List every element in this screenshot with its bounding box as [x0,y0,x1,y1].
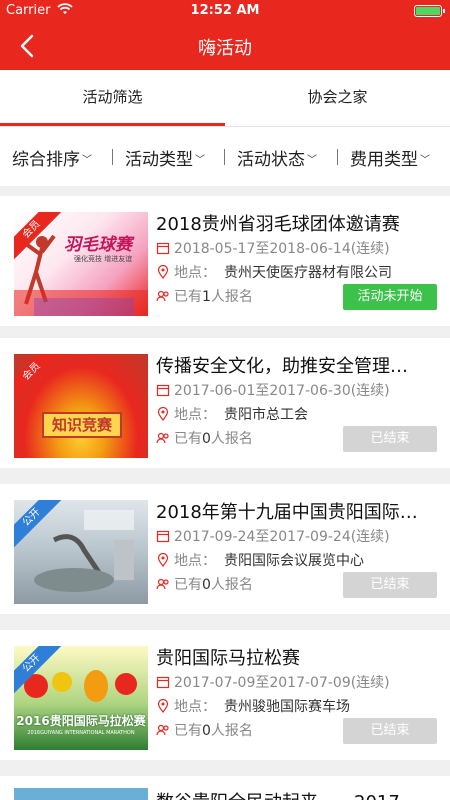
activity-thumbnail: 羽毛球赛 强化竞技 增进友谊 会员 [14,212,148,316]
status-bar: Carrier 12:52 AM [0,0,450,22]
activity-location: 贵阳市总工会 [224,407,308,423]
location-label: 地点： [174,699,216,715]
signup-count: 1 [202,289,211,305]
signup-count: 0 [202,431,211,447]
activity-thumbnail: 2016贵阳国际马拉松赛 2016GUIYANG INTERNATIONAL M… [14,646,148,750]
activity-location-row: 地点： 贵阳市总工会 [156,404,308,424]
activity-title: 2018贵州省羽毛球团体邀请赛 [156,214,400,235]
tab-association-home[interactable]: 协会之家 [225,70,450,126]
activity-card[interactable]: 2016贵阳国际马拉松赛 2016GUIYANG INTERNATIONAL M… [0,630,450,760]
people-icon [156,578,169,590]
filter-activity-type[interactable]: 活动类型 ﹀ [125,145,205,170]
location-label: 地点： [174,407,216,423]
battery-icon [414,5,445,17]
tab-bar: 活动筛选 协会之家 [0,70,450,126]
chevron-down-icon: ﹀ [82,155,92,166]
status-button[interactable]: 已结束 [343,426,437,452]
chevron-down-icon: ﹀ [307,155,317,166]
people-icon [156,432,169,444]
tab-label: 活动筛选 [82,88,143,106]
filter-label: 活动类型 [125,150,193,170]
activity-thumbnail: 公开 [14,500,148,604]
clock: 12:52 AM [190,3,260,18]
filter-activity-status[interactable]: 活动状态 ﹀ [237,145,317,170]
activity-card[interactable]: 数谷贵阳全民动起来——2017… [0,776,450,800]
location-pin-icon [157,265,169,279]
signup-prefix: 已有 [174,289,202,305]
divider [224,149,225,165]
signup-suffix: 人报名 [210,577,253,593]
activity-title: 传播安全文化，助推安全管理… [156,356,408,377]
people-icon [156,290,169,302]
location-label: 地点： [174,553,216,569]
divider [112,149,113,165]
activity-date-row: 2017-06-01至2017-06-30(连续) [156,380,390,400]
activity-date: 2017-07-09至2017-07-09(连续) [174,675,390,691]
activity-title: 贵阳国际马拉松赛 [156,648,300,669]
activity-date-row: 2017-09-24至2017-09-24(连续) [156,526,390,546]
activity-signup-row: 已有0人报名 [156,720,253,740]
activity-date-row: 2017-07-09至2017-07-09(连续) [156,672,390,692]
calendar-icon [156,242,170,255]
nav-bar: 嗨活动 [0,22,450,70]
location-label: 地点： [174,265,216,281]
thumbnail-caption: 知识竞赛 [42,412,122,438]
signup-count: 0 [202,577,211,593]
signup-suffix: 人报名 [210,431,253,447]
activity-location: 贵州骏驰国际赛车场 [224,699,350,715]
filter-label: 综合排序 [12,150,80,170]
activity-location: 贵阳国际会议展览中心 [224,553,364,569]
status-button[interactable]: 已结束 [343,718,437,744]
calendar-icon [156,530,170,543]
signup-suffix: 人报名 [210,723,253,739]
filter-sort[interactable]: 综合排序 ﹀ [12,145,92,170]
activity-date-row: 2018-05-17至2018-06-14(连续) [156,238,390,258]
location-pin-icon [157,407,169,421]
divider [337,149,338,165]
status-button[interactable]: 已结束 [343,572,437,598]
activity-thumbnail: 知识竞赛 会员 [14,354,148,458]
thumbnail-caption: 2016贵阳国际马拉松赛 [16,714,146,728]
location-pin-icon [157,553,169,567]
thumbnail-subcaption: 强化竞技 增进友谊 [74,255,133,263]
status-button[interactable]: 活动未开始 [343,284,437,310]
chevron-down-icon: ﹀ [195,155,205,166]
activity-title: 2018年第十九届中国贵阳国际… [156,502,418,523]
activity-card[interactable]: 公开 2018年第十九届中国贵阳国际… 2017-09-24至2017-09-2… [0,484,450,614]
activity-location: 贵州天使医疗器材有限公司 [224,265,392,281]
chevron-down-icon: ﹀ [420,155,430,166]
filter-bar: 综合排序 ﹀ 活动类型 ﹀ 活动状态 ﹀ 费用类型 ﹀ [0,126,450,186]
activity-card[interactable]: 知识竞赛 会员 传播安全文化，助推安全管理… 2017-06-01至2017-0… [0,338,450,468]
signup-prefix: 已有 [174,577,202,593]
signup-count: 0 [202,723,211,739]
people-icon [156,724,169,736]
tab-activity-filter[interactable]: 活动筛选 [0,70,225,126]
activity-thumbnail [14,788,148,800]
activity-location-row: 地点： 贵州天使医疗器材有限公司 [156,262,392,282]
signup-suffix: 人报名 [210,289,253,305]
thumbnail-subcaption: 2016GUIYANG INTERNATIONAL MARATHON [27,730,135,736]
activity-signup-row: 已有1人报名 [156,286,253,306]
thumbnail-caption: 羽毛球赛 [64,235,132,255]
activity-signup-row: 已有0人报名 [156,428,253,448]
filter-fee-type[interactable]: 费用类型 ﹀ [350,145,430,170]
location-pin-icon [157,699,169,713]
member-ribbon: 会员 [14,354,66,406]
activity-title: 数谷贵阳全民动起来——2017… [156,788,418,800]
signup-prefix: 已有 [174,723,202,739]
calendar-icon [156,384,170,397]
tab-label: 协会之家 [307,88,368,106]
activity-date: 2017-06-01至2017-06-30(连续) [174,383,390,399]
activity-date: 2017-09-24至2017-09-24(连续) [174,529,390,545]
filter-label: 活动状态 [237,150,305,170]
signup-prefix: 已有 [174,431,202,447]
filter-label: 费用类型 [350,150,418,170]
activity-location-row: 地点： 贵阳国际会议展览中心 [156,550,364,570]
activity-signup-row: 已有0人报名 [156,574,253,594]
activity-card[interactable]: 羽毛球赛 强化竞技 增进友谊 会员 2018贵州省羽毛球团体邀请赛 2018-0… [0,196,450,326]
calendar-icon [156,676,170,689]
activity-location-row: 地点： 贵州骏驰国际赛车场 [156,696,350,716]
page-title: 嗨活动 [198,38,252,59]
activity-date: 2018-05-17至2018-06-14(连续) [174,241,390,257]
